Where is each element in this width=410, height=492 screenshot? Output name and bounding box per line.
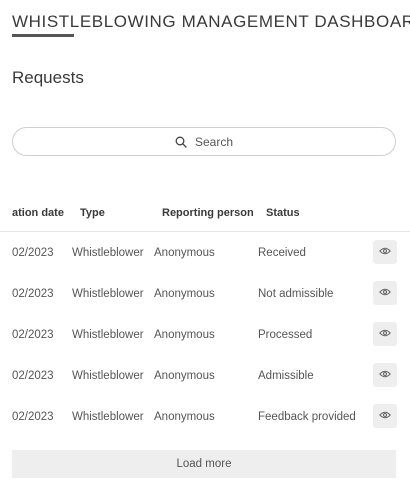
cell-type: Whistleblower (72, 411, 144, 423)
cell-reporting-person: Anonymous (154, 329, 215, 341)
view-request-button[interactable] (373, 363, 397, 387)
section-title: Requests (12, 68, 84, 87)
table-row[interactable]: 02/2023 Whistleblower Anonymous Admissible (0, 355, 410, 396)
cell-type: Whistleblower (72, 329, 144, 341)
view-request-button[interactable] (373, 322, 397, 346)
cell-reporting-person: Anonymous (154, 411, 215, 423)
cell-type: Whistleblower (72, 288, 144, 300)
cell-date: 02/2023 (12, 411, 54, 423)
cell-date: 02/2023 (12, 247, 54, 259)
eye-icon (379, 287, 391, 299)
view-request-button[interactable] (373, 240, 397, 264)
cell-type: Whistleblower (72, 247, 144, 259)
cell-status: Feedback provided (258, 411, 356, 423)
column-header-type[interactable]: Type (80, 207, 105, 219)
table-row[interactable]: 02/2023 Whistleblower Anonymous Processed (0, 314, 410, 355)
cell-type: Whistleblower (72, 370, 144, 382)
title-underline (12, 34, 74, 37)
eye-icon (379, 246, 391, 258)
column-header-reporting-person[interactable]: Reporting person (162, 207, 254, 219)
table-row[interactable]: 02/2023 Whistleblower Anonymous Not admissi… (0, 273, 410, 314)
cell-date: 02/2023 (12, 370, 54, 382)
requests-table: ation date Type Reporting person Status … (0, 197, 410, 437)
eye-icon (379, 369, 391, 381)
view-request-button[interactable] (373, 281, 397, 305)
column-header-status[interactable]: Status (266, 207, 300, 219)
table-row[interactable]: 02/2023 Whistleblower Anonymous Received (0, 232, 410, 273)
cell-status: Not admissible (258, 288, 334, 300)
column-header-date[interactable]: ation date (12, 207, 64, 219)
cell-reporting-person: Anonymous (154, 288, 215, 300)
cell-status: Received (258, 247, 306, 259)
eye-icon (379, 410, 391, 422)
page-title: WHISTLEBLOWING MANAGEMENT DASHBOARD (12, 12, 410, 31)
cell-date: 02/2023 (12, 329, 54, 341)
view-request-button[interactable] (373, 404, 397, 428)
table-header: ation date Type Reporting person Status (0, 197, 410, 232)
cell-status: Processed (258, 329, 313, 341)
cell-status: Admissible (258, 370, 314, 382)
search-placeholder: Search (194, 134, 234, 149)
load-more-button[interactable]: Load more (12, 450, 396, 478)
cell-reporting-person: Anonymous (154, 370, 215, 382)
search-icon (175, 136, 187, 148)
cell-date: 02/2023 (12, 288, 54, 300)
table-row[interactable]: 02/2023 Whistleblower Anonymous Feedback pr… (0, 396, 410, 437)
eye-icon (379, 328, 391, 340)
cell-reporting-person: Anonymous (154, 247, 215, 259)
search-input[interactable]: Search (12, 127, 396, 156)
